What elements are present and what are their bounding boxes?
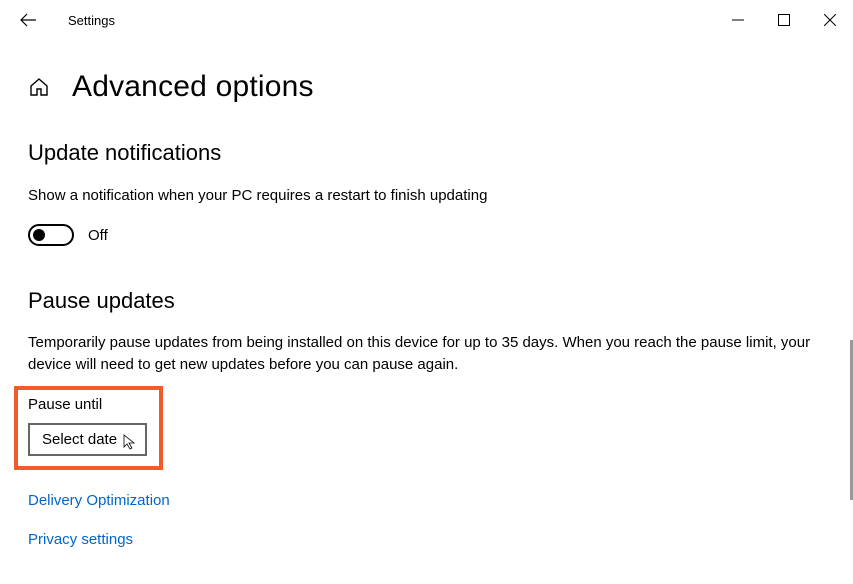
highlight-annotation: Pause until Select date [14,386,163,470]
maximize-icon [778,14,790,26]
notification-toggle-row: Off [28,224,825,246]
update-notifications-description: Show a notification when your PC require… [28,186,825,206]
pause-updates-heading: Pause updates [28,288,825,314]
minimize-icon [732,14,744,26]
cursor-icon [121,433,139,451]
close-icon [824,14,836,26]
app-title: Settings [68,13,115,28]
toggle-state-label: Off [88,227,108,244]
delivery-optimization-link[interactable]: Delivery Optimization [28,492,825,509]
select-date-button[interactable]: Select date [28,423,147,456]
minimize-button[interactable] [715,0,761,40]
update-notifications-heading: Update notifications [28,140,825,166]
pause-until-label: Pause until [28,396,147,413]
privacy-settings-link[interactable]: Privacy settings [28,531,825,548]
titlebar: Settings [0,0,853,40]
close-button[interactable] [807,0,853,40]
window-controls [715,0,853,40]
content-area: Advanced options Update notifications Sh… [0,40,853,548]
notification-toggle[interactable] [28,224,74,246]
page-header: Advanced options [28,70,825,104]
home-icon[interactable] [28,76,50,98]
page-title: Advanced options [72,70,314,104]
pause-updates-description: Temporarily pause updates from being ins… [28,332,825,376]
toggle-thumb [33,229,45,241]
arrow-left-icon [19,11,37,29]
maximize-button[interactable] [761,0,807,40]
back-button[interactable] [8,0,48,40]
select-date-label: Select date [42,431,117,448]
